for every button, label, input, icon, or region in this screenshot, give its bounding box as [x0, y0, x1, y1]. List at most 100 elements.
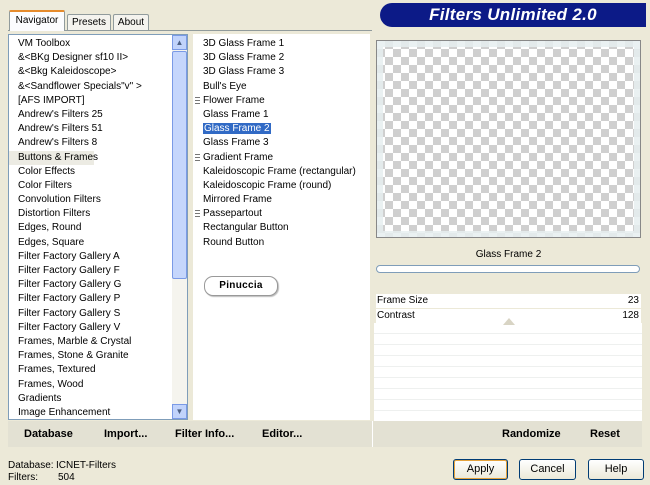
category-item[interactable]: &<Bkg Kaleidoscope>	[9, 65, 172, 79]
category-item[interactable]: Edges, Round	[9, 221, 172, 235]
filter-item[interactable]: 3D Glass Frame 2	[193, 51, 370, 65]
param-contrast-value: 128	[622, 310, 639, 321]
filter-item[interactable]: Rectangular Button	[193, 221, 370, 235]
import-button[interactable]: Import...	[104, 428, 147, 440]
scroll-thumb[interactable]	[172, 51, 187, 279]
empty-param-row	[374, 367, 642, 378]
apply-button[interactable]: Apply	[453, 459, 508, 480]
filter-item-label: Rectangular Button	[203, 222, 289, 234]
reset-button[interactable]: Reset	[590, 428, 620, 440]
category-item[interactable]: Edges, Square	[9, 236, 172, 250]
filter-item-label: 3D Glass Frame 3	[203, 66, 285, 78]
filter-item-label: Glass Frame 2	[203, 123, 271, 135]
database-button[interactable]: Database	[24, 428, 73, 440]
filter-item-label: Round Button	[203, 236, 265, 248]
filter-item[interactable]: Mirrored Frame	[193, 193, 370, 207]
tab-navigator[interactable]: Navigator	[9, 10, 65, 31]
app-title-banner: Filters Unlimited 2.0	[380, 3, 646, 27]
filter-group-item[interactable]: Passepartout	[193, 207, 370, 221]
category-item[interactable]: Filter Factory Gallery F	[9, 264, 172, 278]
category-item[interactable]: Buttons & Frames	[9, 150, 98, 165]
category-item[interactable]: Andrew's Filters 51	[9, 122, 172, 136]
category-list[interactable]: VM Toolbox &<BKg Designer sf10 II> &<Bkg K…	[8, 34, 188, 420]
category-items: VM Toolbox &<BKg Designer sf10 II> &<Bkg K…	[9, 37, 172, 419]
category-item[interactable]: Filter Factory Gallery S	[9, 307, 172, 321]
filter-item-label: 3D Glass Frame 2	[203, 52, 285, 64]
param-frame-size-row[interactable]: Frame Size 23	[376, 294, 641, 308]
category-item[interactable]: Andrew's Filters 25	[9, 108, 172, 122]
preview-filter-name: Glass Frame 2	[475, 249, 542, 260]
status-database-value: ICNET-Filters	[56, 460, 116, 471]
category-item[interactable]: Filter Factory Gallery G	[9, 278, 172, 292]
filter-info-button[interactable]: Filter Info...	[175, 428, 234, 440]
category-item[interactable]: Andrew's Filters 8	[9, 136, 172, 150]
empty-param-row	[374, 378, 642, 389]
category-item[interactable]: &<BKg Designer sf10 II>	[9, 51, 172, 65]
slider-indicator-icon	[503, 318, 515, 325]
filter-item[interactable]: Glass Frame 2	[193, 122, 370, 136]
category-item[interactable]: Color Effects	[9, 165, 172, 179]
filter-item-label: Mirrored Frame	[203, 194, 272, 206]
category-item[interactable]: Frames, Textured	[9, 363, 172, 377]
filter-item-label: Glass Frame 1	[203, 108, 269, 120]
filter-item-label: Passepartout	[203, 208, 262, 220]
filter-group-item[interactable]: Gradient Frame	[193, 151, 370, 165]
category-item[interactable]: Frames, Marble & Crystal	[9, 335, 172, 349]
category-item[interactable]: Filter Factory Gallery P	[9, 292, 172, 306]
category-item[interactable]: Gradients	[9, 392, 172, 406]
filter-item-label: Glass Frame 3	[203, 137, 269, 149]
category-item[interactable]: Image Enhancement	[9, 406, 172, 419]
filter-item[interactable]: Glass Frame 1	[193, 108, 370, 122]
category-scrollbar[interactable]: ▲ ▼	[172, 35, 187, 419]
group-marker-icon	[195, 210, 200, 218]
filter-item[interactable]: 3D Glass Frame 1	[193, 37, 370, 51]
category-item[interactable]: Frames, Stone & Granite	[9, 349, 172, 363]
param-frame-size-value: 23	[627, 295, 639, 306]
category-item[interactable]: Convolution Filters	[9, 193, 172, 207]
category-item[interactable]: Filter Factory Gallery V	[9, 321, 172, 335]
editor-button[interactable]: Editor...	[262, 428, 302, 440]
filter-item[interactable]: Bull's Eye	[193, 80, 370, 94]
empty-param-row	[374, 356, 642, 367]
scroll-down-button[interactable]: ▼	[172, 404, 187, 419]
group-marker-icon	[195, 153, 200, 161]
tab-about[interactable]: About	[113, 14, 149, 30]
category-item[interactable]: [AFS IMPORT]	[9, 94, 172, 108]
empty-param-row	[374, 345, 642, 356]
toolbar-separator	[372, 421, 373, 447]
category-item[interactable]: &<Sandflower Specials"v" >	[9, 80, 172, 94]
randomize-button[interactable]: Randomize	[502, 428, 561, 440]
preview-canvas[interactable]	[376, 40, 641, 238]
group-marker-icon	[195, 96, 200, 104]
filter-list[interactable]: 3D Glass Frame 1 3D Glass Frame 2 3D Glass…	[193, 34, 370, 420]
preview-frame-overlay	[377, 41, 640, 237]
filter-item-label: Flower Frame	[203, 94, 265, 106]
category-item[interactable]: Distortion Filters	[9, 207, 172, 221]
help-button[interactable]: Help	[588, 459, 644, 480]
empty-param-row	[374, 400, 642, 411]
scroll-up-button[interactable]: ▲	[172, 35, 187, 50]
status-filters-key: Filters:	[8, 472, 38, 483]
filter-item[interactable]: Kaleidoscopic Frame (rectangular)	[193, 165, 370, 179]
tab-presets[interactable]: Presets	[67, 14, 111, 30]
param-frame-size-label: Frame Size	[377, 295, 429, 306]
category-item[interactable]: Frames, Wood	[9, 378, 172, 392]
filter-group-item[interactable]: Flower Frame	[193, 94, 370, 108]
cancel-button[interactable]: Cancel	[519, 459, 576, 480]
category-item[interactable]: Filter Factory Gallery A	[9, 250, 172, 264]
category-item[interactable]: VM Toolbox	[9, 37, 172, 51]
category-item[interactable]: Color Filters	[9, 179, 172, 193]
empty-param-row	[374, 334, 642, 345]
filter-item[interactable]: Round Button	[193, 236, 370, 250]
preview-progress-track	[376, 265, 640, 273]
filter-item-label: 3D Glass Frame 1	[203, 38, 285, 49]
watermark-logo: Pinuccia	[204, 276, 278, 296]
filter-item-label: Kaleidoscopic Frame (round)	[203, 179, 332, 191]
filter-item[interactable]: 3D Glass Frame 3	[193, 65, 370, 79]
status-database-key: Database:	[8, 460, 54, 471]
filter-item-label: Kaleidoscopic Frame (rectangular)	[203, 165, 356, 177]
filter-items: 3D Glass Frame 1 3D Glass Frame 2 3D Glass…	[193, 37, 370, 250]
filter-item-label: Bull's Eye	[203, 80, 247, 92]
filter-item[interactable]: Glass Frame 3	[193, 136, 370, 150]
filter-item[interactable]: Kaleidoscopic Frame (round)	[193, 179, 370, 193]
